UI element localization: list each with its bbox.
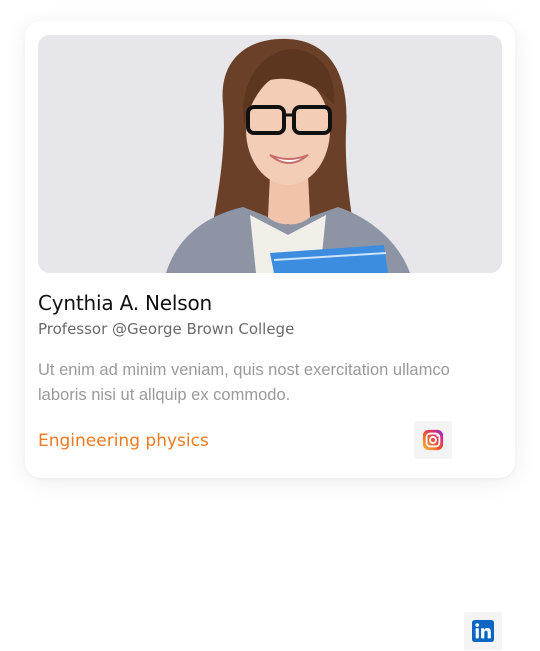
profile-bio: Ut enim ad minim veniam, quis nost exerc… xyxy=(38,361,450,404)
profile-role: Professor @George Brown College xyxy=(38,320,295,338)
linkedin-icon xyxy=(472,620,494,642)
department-link[interactable]: Engineering physics xyxy=(38,431,209,451)
instagram-icon xyxy=(422,429,444,451)
profile-card: Cynthia A. Nelson Professor @George Brow… xyxy=(25,21,515,478)
profile-name: Cynthia A. Nelson xyxy=(38,291,212,315)
instagram-button[interactable] xyxy=(414,421,452,459)
profile-photo xyxy=(38,35,502,273)
linkedin-button[interactable] xyxy=(464,612,502,650)
